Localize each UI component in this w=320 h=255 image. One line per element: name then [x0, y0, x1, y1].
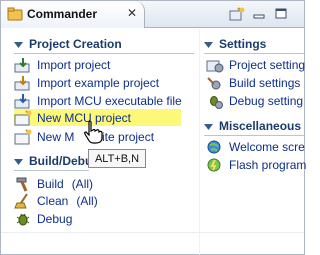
new-mcu-project-link[interactable]: New MCU project [14, 109, 131, 127]
build-settings-link[interactable]: Build settings [206, 74, 300, 92]
build-all-link[interactable]: Build (All) [14, 175, 93, 193]
project-settings-link[interactable]: Project setting [206, 56, 305, 74]
item-label: Welcome scre [229, 140, 305, 154]
debug-settings-icon [210, 96, 223, 109]
maximize-icon [275, 8, 287, 19]
build-settings-icon [207, 77, 221, 90]
bug-icon [16, 213, 30, 226]
toolbar-action-button[interactable] [227, 5, 247, 23]
item-label: Debug setting [229, 94, 304, 108]
item-label: Clean [37, 194, 69, 208]
section-title: Build/Debu [29, 154, 93, 168]
flash-programmer-link[interactable]: Flash program [206, 156, 306, 174]
miscellaneous-header[interactable]: Miscellaneous [204, 118, 301, 134]
close-icon[interactable]: ✕ [127, 6, 137, 20]
item-suffix: (All) [76, 194, 98, 208]
build-debug-header[interactable]: Build/Debu [14, 153, 92, 169]
item-label: Import MCU executable file [37, 94, 182, 108]
import-example-project-link[interactable]: Import example project [14, 74, 159, 92]
miscellaneous-section: Miscellaneous [204, 118, 304, 138]
hand-cursor-icon [84, 120, 103, 144]
item-label: Debug [37, 212, 73, 226]
welcome-icon [207, 140, 221, 154]
item-label: Build [37, 177, 64, 191]
item-label: Flash program [229, 158, 307, 172]
new-lite-project-icon [14, 129, 32, 145]
project-creation-header[interactable]: Project Creation [14, 36, 122, 52]
commander-tab[interactable]: Commander ✕ [1, 1, 145, 28]
new-item-icon [229, 7, 245, 21]
clean-all-link[interactable]: Clean (All) [14, 192, 98, 210]
view-titlebar: Commander ✕ [1, 1, 304, 28]
settings-section: Settings [204, 36, 304, 56]
section-underline [14, 53, 194, 54]
flash-icon [207, 158, 221, 172]
settings-header[interactable]: Settings [204, 36, 266, 52]
welcome-screen-link[interactable]: Welcome scre [206, 138, 305, 156]
section-underline [14, 170, 89, 171]
import-example-icon [14, 76, 30, 91]
new-mcu-project-icon [14, 110, 32, 126]
project-settings-icon [206, 60, 224, 73]
debug-link[interactable]: Debug [14, 210, 72, 228]
maximize-button[interactable] [271, 5, 291, 23]
import-project-link[interactable]: Import project [14, 56, 110, 74]
item-label: Build settings [229, 76, 301, 90]
import-mcu-executable-link[interactable]: Import MCU executable file [14, 92, 182, 110]
minimize-button[interactable] [249, 5, 269, 23]
section-title: Settings [219, 37, 267, 51]
shortcut-tooltip: ALT+B,N [88, 149, 146, 168]
section-title: Project Creation [29, 37, 122, 51]
commander-icon [7, 7, 23, 21]
section-title: Miscellaneous [219, 119, 302, 133]
commander-view: Commander ✕ Project Creation Import proj… [0, 0, 306, 255]
item-label: New M [37, 130, 75, 144]
item-label: Import project [37, 58, 111, 72]
bottom-separator [1, 232, 304, 233]
item-label: Import example project [37, 76, 160, 90]
collapse-triangle-icon [14, 41, 23, 48]
collapse-triangle-icon [204, 123, 213, 130]
collapse-triangle-icon [204, 41, 213, 48]
broom-icon [14, 193, 28, 209]
column-divider [199, 29, 200, 255]
import-project-icon [14, 58, 30, 73]
section-underline [204, 53, 304, 54]
item-suffix: (All) [71, 177, 94, 191]
hammer-icon [16, 177, 28, 192]
debug-settings-link[interactable]: Debug setting [206, 92, 303, 110]
view-title: Commander [27, 7, 98, 21]
import-executable-icon [14, 94, 30, 109]
item-label: Project setting [229, 58, 306, 72]
minimize-icon [253, 14, 265, 19]
collapse-triangle-icon [14, 158, 23, 165]
section-underline [204, 135, 304, 136]
